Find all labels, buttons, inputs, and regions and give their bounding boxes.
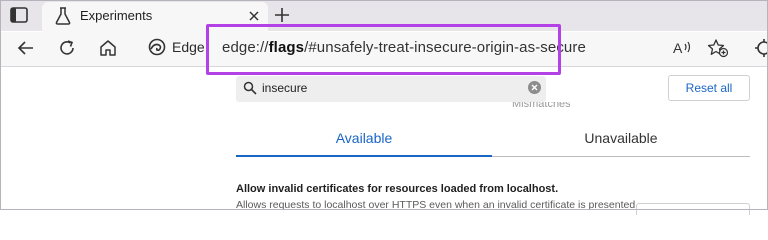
plus-icon[interactable] xyxy=(272,5,292,25)
refresh-icon[interactable] xyxy=(57,38,77,58)
active-tab-indicator xyxy=(236,155,492,157)
back-icon[interactable] xyxy=(16,38,36,58)
search-value: insecure xyxy=(262,81,308,95)
edge-label: Edge xyxy=(172,39,205,55)
clear-icon[interactable] xyxy=(528,81,541,94)
favorites-icon[interactable] xyxy=(707,38,729,58)
home-icon[interactable] xyxy=(98,38,118,58)
read-aloud-icon[interactable]: A xyxy=(672,39,694,57)
partial-hidden-text: Mismatches xyxy=(512,102,570,108)
flag-title: Allow invalid certificates for resources… xyxy=(236,183,559,195)
tab-available[interactable]: Available xyxy=(236,120,492,156)
edge-logo-icon xyxy=(148,38,166,56)
extensions-icon[interactable] xyxy=(754,38,768,58)
close-icon[interactable] xyxy=(244,6,264,26)
flask-icon xyxy=(55,7,71,25)
address-highlight-box xyxy=(206,24,561,75)
reset-all-button[interactable]: Reset all xyxy=(668,75,750,101)
flag-description: Allows requests to localhost over HTTPS … xyxy=(236,199,647,211)
tab-title: Experiments xyxy=(80,8,153,23)
svg-text:A: A xyxy=(673,40,683,56)
search-icon xyxy=(243,81,257,95)
tab-unavailable[interactable]: Unavailable xyxy=(493,120,749,156)
sidebar-toggle-icon[interactable] xyxy=(10,7,28,23)
flag-state-select[interactable] xyxy=(636,203,750,215)
